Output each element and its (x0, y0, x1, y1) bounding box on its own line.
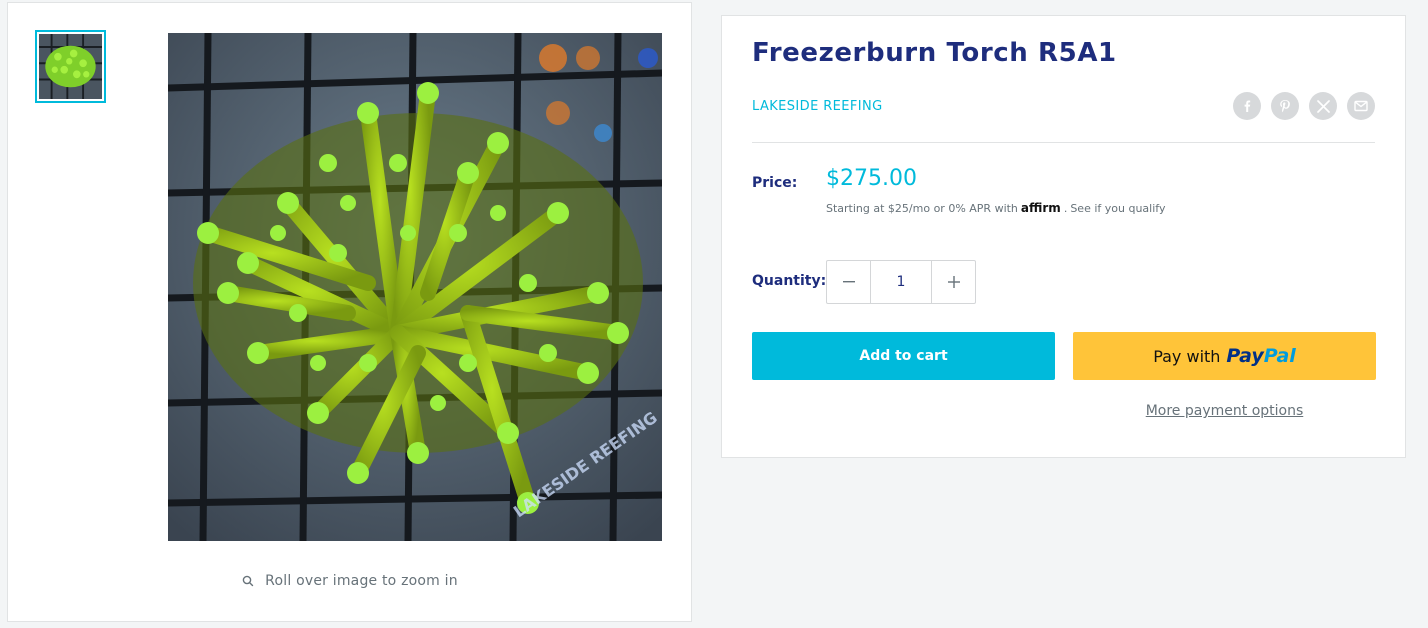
increase-quantity-button[interactable] (931, 261, 975, 303)
zoom-hint: Roll over image to zoom in (8, 573, 691, 589)
magnifier-icon (241, 574, 255, 588)
affirm-prefix: Starting at $25/mo or 0% APR with (826, 202, 1018, 215)
affirm-qualify-link[interactable]: See if you qualify (1070, 202, 1165, 215)
product-gallery: LAKESIDE REEFING Roll over image to zoom… (7, 2, 692, 622)
vendor-link[interactable]: LAKESIDE REEFING (752, 99, 883, 114)
more-payment-options-link[interactable]: More payment options (1073, 403, 1376, 419)
price-label: Price: (752, 175, 798, 191)
email-icon[interactable] (1347, 92, 1375, 120)
quantity-input[interactable] (871, 261, 931, 303)
product-title: Freezerburn Torch R5A1 (752, 38, 1117, 68)
main-product-image[interactable]: LAKESIDE REEFING (168, 33, 662, 541)
affirm-logo: affirm (1020, 201, 1061, 215)
zoom-hint-text: Roll over image to zoom in (265, 573, 458, 589)
product-price: $275.00 (826, 166, 917, 191)
affirm-financing: Starting at $25/mo or 0% APR with affirm… (826, 201, 1165, 215)
paypal-logo: PayPal (1226, 345, 1296, 367)
paypal-button[interactable]: Pay with PayPal (1073, 332, 1376, 380)
pinterest-icon[interactable] (1271, 92, 1299, 120)
x-icon[interactable] (1309, 92, 1337, 120)
product-info-card: Freezerburn Torch R5A1 LAKESIDE REEFING … (721, 15, 1406, 458)
quantity-label: Quantity: (752, 273, 827, 289)
header-divider (752, 142, 1375, 143)
quantity-stepper (826, 260, 976, 304)
thumbnail-image[interactable] (35, 30, 106, 103)
paypal-prefix: Pay with (1153, 346, 1221, 366)
facebook-icon[interactable] (1233, 92, 1261, 120)
affirm-suffix: . (1063, 202, 1068, 215)
share-buttons (1233, 92, 1375, 120)
decrease-quantity-button[interactable] (827, 261, 871, 303)
add-to-cart-button[interactable]: Add to cart (752, 332, 1055, 380)
